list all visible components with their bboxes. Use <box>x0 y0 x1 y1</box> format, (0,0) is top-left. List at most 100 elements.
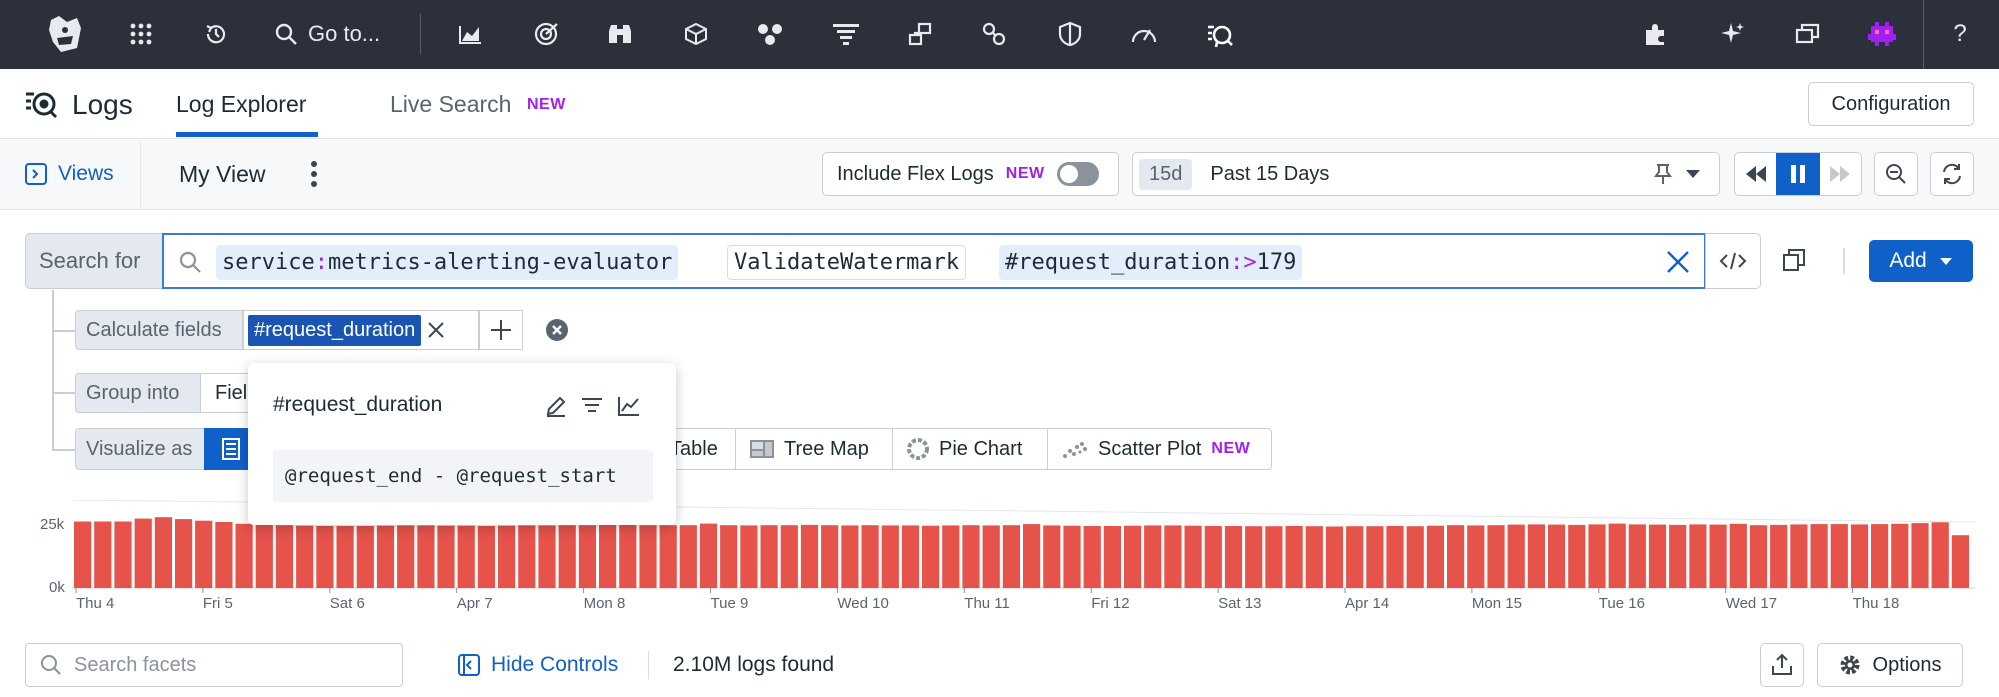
chart-bar[interactable] <box>477 526 495 588</box>
search-token-service[interactable]: service: metrics-alerting-evaluator <box>216 245 679 280</box>
chart-bar[interactable] <box>1245 526 1263 588</box>
chart-bar[interactable] <box>1426 525 1444 588</box>
search-icon[interactable] <box>270 18 302 50</box>
chart-bar[interactable] <box>841 525 859 588</box>
refresh-button[interactable] <box>1930 152 1974 196</box>
remove-field-icon[interactable] <box>427 321 445 339</box>
chart-bar[interactable] <box>1043 525 1061 588</box>
search-query-input[interactable]: service: metrics-alerting-evaluator Valid… <box>162 233 1706 289</box>
sparkle-ai-icon[interactable] <box>1716 18 1748 50</box>
chart-bar[interactable] <box>74 521 92 589</box>
hide-controls-icon[interactable] <box>458 654 480 676</box>
hide-controls-link[interactable]: Hide Controls <box>491 653 618 677</box>
chart-bar[interactable] <box>861 525 879 588</box>
chart-bar[interactable] <box>578 525 596 588</box>
chart-bar[interactable] <box>1346 526 1364 588</box>
chart-bar[interactable] <box>417 525 435 588</box>
time-range-picker[interactable]: 15d Past 15 Days <box>1132 152 1720 196</box>
chart-bar[interactable] <box>1931 522 1949 588</box>
clear-calculated-fields-icon[interactable] <box>545 318 569 342</box>
chart-bar[interactable] <box>1124 525 1142 588</box>
chart-bar[interactable] <box>336 526 354 588</box>
filter-list-icon[interactable] <box>830 18 862 50</box>
chart-bar[interactable] <box>1548 524 1566 588</box>
chart-bar[interactable] <box>1325 526 1344 589</box>
chart-bar[interactable] <box>114 521 132 589</box>
pause-icon[interactable] <box>1776 153 1820 195</box>
viz-tree-map-option[interactable]: Tree Map <box>735 428 893 470</box>
chart-bar[interactable] <box>498 525 516 588</box>
chart-bar[interactable] <box>1588 524 1606 588</box>
chart-bar[interactable] <box>175 519 193 588</box>
chart-bar[interactable] <box>1023 524 1041 588</box>
shield-icon[interactable] <box>1054 18 1086 50</box>
help-icon[interactable]: ? <box>1944 18 1976 50</box>
chart-bar[interactable] <box>800 524 819 588</box>
chart-bar[interactable] <box>1951 535 1969 588</box>
edit-pencil-icon[interactable] <box>545 395 567 417</box>
chart-bar[interactable] <box>1487 525 1505 588</box>
integrations-icon[interactable] <box>754 18 786 50</box>
chevron-down-icon[interactable] <box>1685 169 1701 179</box>
timeseries-icon[interactable] <box>617 395 641 417</box>
include-flex-logs-toggle[interactable]: Include Flex Logs NEW <box>822 152 1119 196</box>
chart-bar[interactable] <box>376 525 395 588</box>
chart-bar[interactable] <box>1406 526 1424 588</box>
chart-bar[interactable] <box>296 525 314 588</box>
chart-bar[interactable] <box>901 525 920 588</box>
chart-bar[interactable] <box>1366 526 1384 588</box>
chart-bar[interactable] <box>942 525 960 588</box>
chart-bar[interactable] <box>316 526 334 588</box>
chart-bar[interactable] <box>599 524 617 588</box>
fast-forward-icon[interactable] <box>1820 153 1861 195</box>
chart-bar[interactable] <box>94 521 112 589</box>
monitors-icon[interactable] <box>530 18 562 50</box>
chart-bar[interactable] <box>518 525 536 588</box>
history-icon[interactable] <box>200 18 232 50</box>
datadog-logo-icon[interactable] <box>40 10 90 58</box>
copy-query-icon[interactable] <box>1782 248 1806 272</box>
chart-bar[interactable] <box>740 525 758 588</box>
more-options-icon[interactable] <box>310 160 318 188</box>
chart-bar[interactable] <box>1669 524 1687 588</box>
chart-bar[interactable] <box>639 525 657 588</box>
viz-pie-chart-option[interactable]: Pie Chart <box>892 428 1048 470</box>
code-view-button[interactable] <box>1705 233 1761 289</box>
chart-bar[interactable] <box>1386 526 1404 588</box>
binoculars-icon[interactable] <box>604 18 636 50</box>
chart-bar[interactable] <box>1224 526 1243 588</box>
chart-bar[interactable] <box>780 525 798 588</box>
infrastructure-icon[interactable] <box>680 18 712 50</box>
chart-bar[interactable] <box>922 525 940 588</box>
current-view-name[interactable]: My View <box>179 161 266 188</box>
windows-icon[interactable] <box>1792 18 1824 50</box>
chart-bar[interactable] <box>1568 524 1586 588</box>
zoom-out-button[interactable] <box>1874 152 1918 196</box>
chart-bar[interactable] <box>982 525 1000 588</box>
gauge-icon[interactable] <box>1128 18 1160 50</box>
chart-bar[interactable] <box>1002 525 1020 588</box>
chart-bar[interactable] <box>1447 525 1465 588</box>
chart-bar[interactable] <box>255 524 273 588</box>
viz-scatter-plot-option[interactable]: Scatter Plot NEW <box>1047 428 1272 470</box>
chart-bar[interactable] <box>437 525 455 588</box>
chart-bar[interactable] <box>1527 524 1545 588</box>
dashboards-icon[interactable] <box>454 18 486 50</box>
chart-bar[interactable] <box>1164 525 1182 588</box>
chart-bar[interactable] <box>1507 524 1525 588</box>
chart-bar[interactable] <box>1063 525 1081 588</box>
chart-bar[interactable] <box>215 522 233 588</box>
chart-bar[interactable] <box>1790 524 1808 588</box>
link-icon[interactable] <box>978 18 1010 50</box>
chart-bar[interactable] <box>659 525 677 588</box>
export-button[interactable] <box>1760 643 1804 687</box>
chart-bar[interactable] <box>134 518 152 588</box>
chart-bar[interactable] <box>397 525 415 588</box>
chart-bar[interactable] <box>275 525 294 588</box>
goto-label[interactable]: Go to... <box>308 21 380 47</box>
chart-bar[interactable] <box>1830 524 1848 588</box>
chart-bar[interactable] <box>1628 524 1646 588</box>
chart-bar[interactable] <box>558 525 576 588</box>
chart-bar[interactable] <box>195 520 213 588</box>
pin-icon[interactable] <box>1653 163 1673 185</box>
